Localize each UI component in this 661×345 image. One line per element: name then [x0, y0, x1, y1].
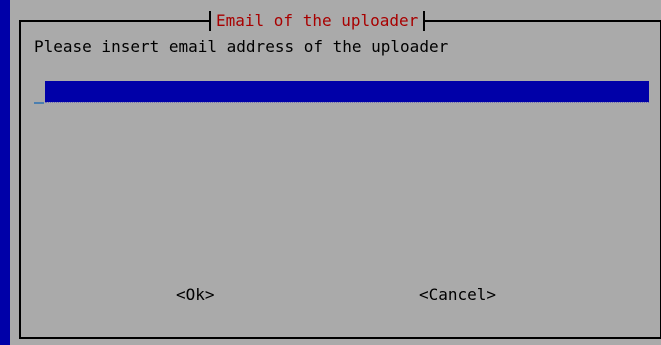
dialog-title: Email of the uploader: [216, 11, 419, 30]
cancel-button[interactable]: <Cancel>: [419, 285, 496, 305]
prompt-text: Please insert email address of the uploa…: [34, 37, 449, 56]
ok-button[interactable]: <Ok>: [176, 285, 215, 305]
dialog-frame: [19, 20, 661, 339]
text-cursor: [34, 80, 44, 104]
input-underline: [45, 101, 649, 103]
dialog-title-box: Email of the uploader: [209, 11, 426, 31]
email-field[interactable]: [45, 81, 649, 102]
